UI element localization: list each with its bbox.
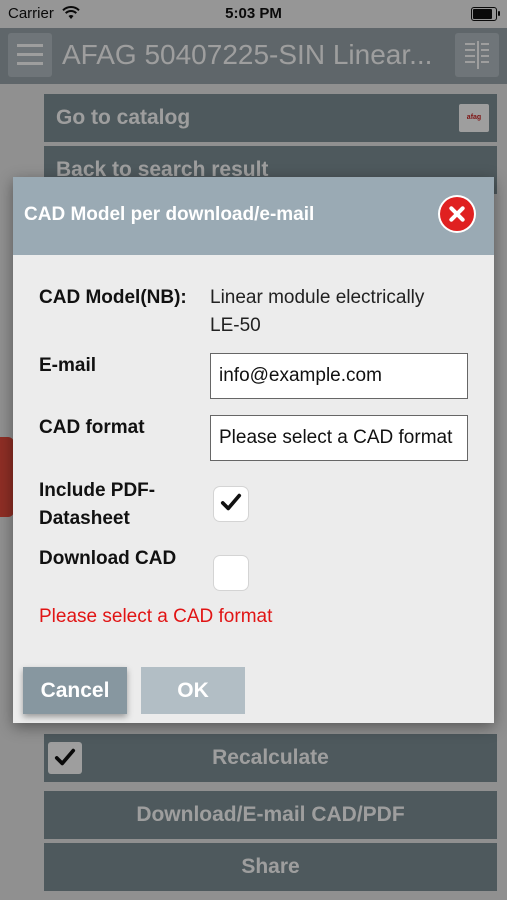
cad-format-select[interactable]: Please select a CAD format	[210, 415, 468, 461]
cad-download-dialog: CAD Model per download/e-mail CAD Model(…	[13, 177, 494, 723]
cad-model-label: CAD Model(NB):	[39, 287, 187, 308]
include-pdf-label-line1: Include PDF-	[39, 480, 156, 501]
ok-button[interactable]: OK	[141, 667, 245, 714]
cad-model-value-line2: LE-50	[210, 315, 261, 336]
close-icon[interactable]	[440, 197, 474, 231]
include-pdf-label-line2: Datasheet	[39, 508, 130, 529]
dialog-header: CAD Model per download/e-mail	[13, 177, 494, 255]
dialog-title: CAD Model per download/e-mail	[24, 204, 315, 225]
download-cad-label: Download CAD	[39, 548, 177, 569]
error-message: Please select a CAD format	[39, 606, 273, 627]
download-cad-checkbox[interactable]	[214, 556, 248, 590]
cancel-button[interactable]: Cancel	[23, 667, 127, 714]
email-field[interactable]	[210, 353, 468, 399]
cad-model-value-line1: Linear module electrically	[210, 287, 425, 308]
cad-format-label: CAD format	[39, 417, 145, 438]
check-icon	[220, 493, 242, 511]
email-label: E-mail	[39, 355, 97, 376]
include-pdf-checkbox[interactable]	[214, 487, 248, 521]
